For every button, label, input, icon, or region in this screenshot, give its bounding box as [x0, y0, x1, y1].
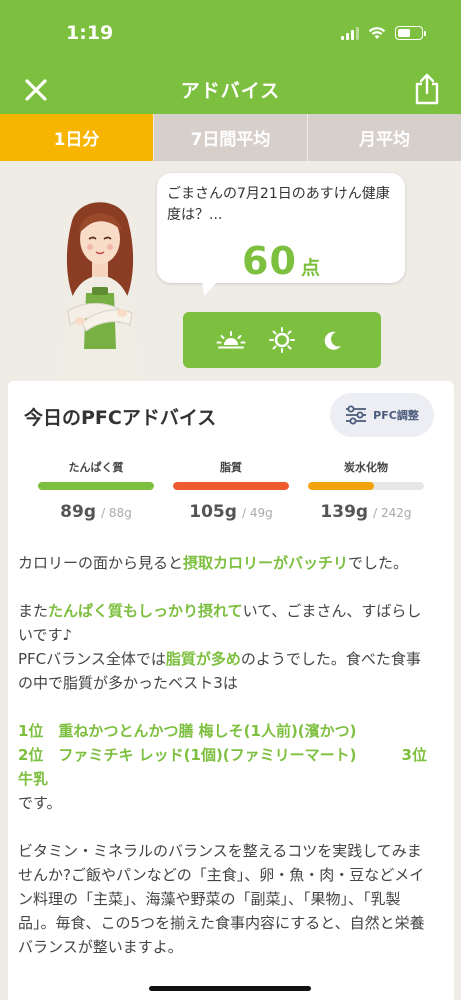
nutrient-progress-track: [308, 482, 424, 490]
sliders-icon: [346, 405, 367, 425]
nutrient-carbohydrate: 炭水化物 139g / 242g: [308, 459, 424, 522]
tab-1day[interactable]: 1日分: [0, 114, 153, 161]
meal-time-selector: [183, 312, 381, 368]
tab-7day-average[interactable]: 7日間平均: [153, 114, 307, 161]
advice-text: でした。: [348, 554, 409, 572]
advice-text: です。: [18, 794, 62, 812]
nutrient-target: / 88g: [101, 506, 132, 520]
nutrient-target: / 242g: [373, 506, 412, 520]
page-title: アドバイス: [180, 80, 281, 102]
nutrient-value: 139g: [320, 502, 369, 522]
nutrient-label: たんぱく質: [68, 461, 124, 474]
noon-sun-icon: [268, 327, 295, 353]
nutrient-progress-bar: [173, 482, 289, 490]
advisor-hero: ごまさんの7月21日のあすけん健康度は？... 60 点: [0, 161, 461, 381]
advice-text: また: [18, 602, 49, 620]
share-icon: [415, 73, 439, 105]
tab-monthly-average[interactable]: 月平均: [307, 114, 461, 161]
advice-calorie-paragraph: カロリーの面から見ると摂取カロリーがバッチリでした。: [18, 551, 432, 575]
period-tabs: 1日分 7日間平均 月平均: [0, 114, 461, 161]
advice-highlight: 脂質が多め: [165, 650, 241, 668]
health-score-value: 60: [242, 239, 297, 283]
nutrient-progress-bar: [38, 482, 154, 490]
advice-vitamin-paragraph: ビタミン・ミネラルのバランスを整えるコツを実践してみませんか?ご飯やパンなどの「…: [18, 842, 425, 956]
share-button[interactable]: [409, 69, 445, 109]
advice-highlight: たんぱく質もしっかり摂れて: [48, 602, 243, 620]
fat-ranking-item: 1位 重ねかつとんかつ膳 梅しそ(1人前)(濱かつ): [18, 722, 357, 740]
nutrient-label: 炭水化物: [344, 461, 388, 474]
nutrient-protein: たんぱく質 89g / 88g: [38, 459, 154, 522]
night-button[interactable]: [317, 324, 349, 356]
speech-bubble: ごまさんの7月21日のあすけん健康度は？... 60 点: [157, 173, 405, 283]
morning-sun-icon: [216, 331, 246, 349]
nutrient-value: 105g: [189, 502, 237, 522]
nutrient-value: 89g: [60, 502, 96, 522]
night-moon-icon: [325, 331, 342, 350]
noon-button[interactable]: [266, 324, 298, 356]
card-title: 今日のPFCアドバイス: [24, 407, 217, 429]
fat-ranking-item: 2位 ファミチキ レッド(1個)(ファミリーマート) 3位 牛乳: [18, 746, 442, 788]
nutrient-target: / 49g: [242, 506, 273, 520]
nutrient-progress-track: [173, 482, 289, 490]
cellular-signal-icon: [341, 26, 359, 40]
pfc-advice-card: 今日のPFCアドバイス PFC調整 たんぱく質 89g / 88g 脂質 105…: [8, 381, 454, 1000]
battery-icon: [395, 26, 426, 40]
status-bar: 1:19: [0, 0, 461, 64]
advice-body: カロリーの面から見ると摂取カロリーがバッチリでした。 またたんぱく質もしっかり摂…: [18, 551, 442, 983]
advisor-avatar: [62, 202, 138, 381]
advice-intro-text: ごまさんの7月21日のあすけん健康度は？...: [167, 186, 390, 223]
health-score-unit: 点: [300, 257, 320, 279]
nutrient-label: 脂質: [220, 461, 242, 474]
status-time: 1:19: [66, 22, 114, 44]
health-score: 60 点: [157, 239, 405, 283]
home-indicator: [149, 986, 311, 991]
nutrient-progress-track: [38, 482, 154, 490]
wifi-icon: [368, 27, 386, 39]
pfc-adjust-button[interactable]: PFC調整: [330, 393, 434, 437]
status-icons: [341, 26, 426, 40]
morning-button[interactable]: [215, 324, 247, 356]
nutrient-progress-bar: [308, 482, 375, 490]
pfc-adjust-label: PFC調整: [373, 409, 419, 422]
nutrient-summary: たんぱく質 89g / 88g 脂質 105g / 49g 炭水化物 139g …: [38, 459, 424, 522]
advice-pfc-paragraph: またたんぱく質もしっかり摂れていて、ごまさん、すばらしいです♪ PFCバランス全…: [18, 599, 442, 815]
advice-text: PFCバランス全体では: [18, 650, 166, 668]
advice-text: カロリーの面から見ると: [18, 554, 184, 572]
nutrient-fat: 脂質 105g / 49g: [173, 459, 289, 522]
nav-bar: アドバイス: [0, 64, 461, 114]
advice-highlight: 摂取カロリーがバッチリ: [183, 554, 349, 572]
